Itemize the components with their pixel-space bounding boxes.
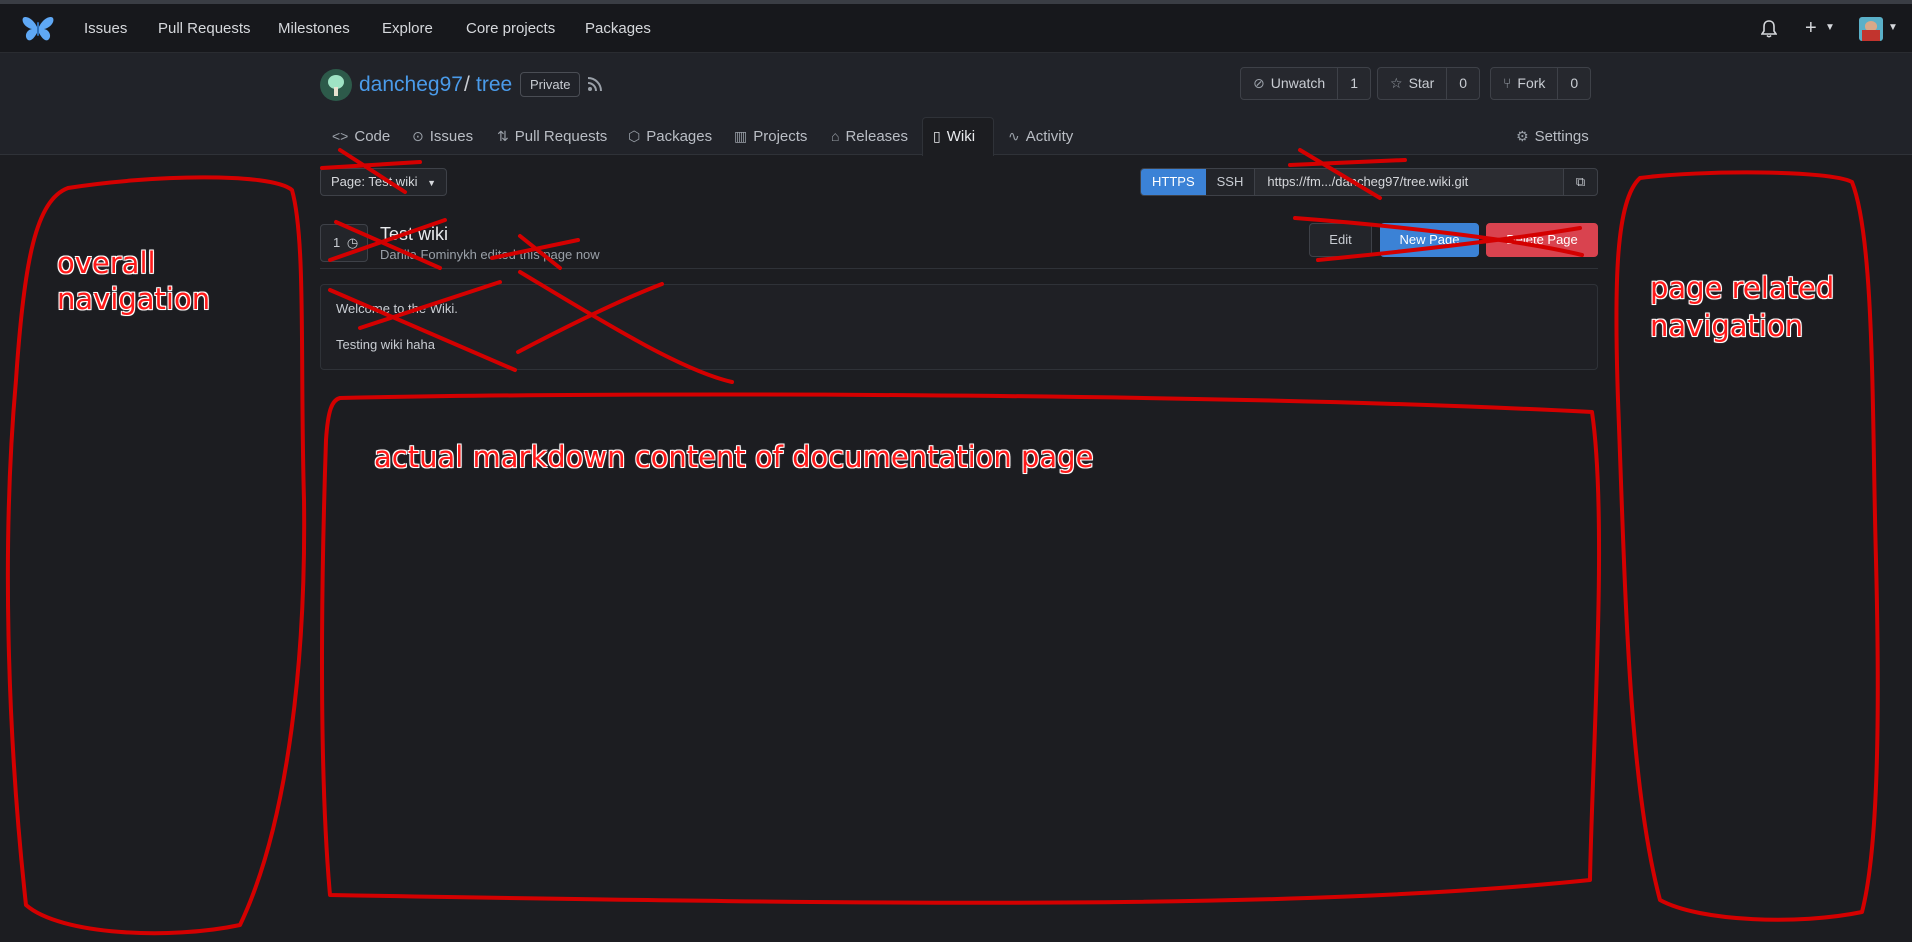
tab-packages-label: Packages <box>646 128 713 145</box>
revision-history-button[interactable]: 1 ◷ <box>320 224 368 262</box>
repo-avatar <box>320 69 352 101</box>
tab-code[interactable]: <> Code <box>332 128 390 145</box>
tab-pull-requests-label: Pull Requests <box>514 128 608 145</box>
tab-wiki-label: Wiki <box>946 128 976 145</box>
content-paragraph: Testing wiki haha <box>336 337 435 352</box>
fork-count[interactable]: 0 <box>1558 68 1590 99</box>
butterfly-logo-icon[interactable] <box>22 15 54 43</box>
issue-icon: ⊙ <box>412 128 424 144</box>
tab-wiki[interactable]: ▯ Wiki <box>933 128 975 145</box>
tab-settings-label: Settings <box>1534 128 1589 145</box>
tab-releases-label: Releases <box>845 128 909 145</box>
user-avatar[interactable] <box>1859 17 1883 41</box>
plus-icon[interactable]: + <box>1805 17 1817 40</box>
code-icon: <> <box>332 128 349 144</box>
chevron-down-icon[interactable]: ▼ <box>1825 22 1835 33</box>
wiki-content-box: Welcome to the Wiki. Testing wiki haha <box>320 284 1598 370</box>
repo-owner-link[interactable]: dancheg97 <box>359 73 463 97</box>
fork-label: Fork <box>1517 75 1546 91</box>
star-count[interactable]: 0 <box>1447 68 1479 99</box>
star-button[interactable]: ☆ Star <box>1378 68 1448 99</box>
history-icon: ◷ <box>346 235 359 250</box>
page-select-label: Page: Test wiki <box>331 174 418 189</box>
copy-icon[interactable]: ⧉ <box>1563 169 1597 195</box>
tab-projects-label: Projects <box>753 128 808 145</box>
unwatch-label: Unwatch <box>1270 75 1326 91</box>
project-icon: ▥ <box>734 128 748 144</box>
eye-slash-icon: ⊘ <box>1253 75 1265 91</box>
tab-issues-label: Issues <box>429 128 474 145</box>
star-button-group: ☆ Star 0 <box>1377 67 1481 100</box>
ssh-toggle[interactable]: SSH <box>1206 169 1256 195</box>
tag-icon: ⌂ <box>831 128 840 144</box>
tab-activity-label: Activity <box>1025 128 1074 145</box>
nav-issues[interactable]: Issues <box>84 20 127 37</box>
annotation-markdown-content: actual markdown content of documentation… <box>374 440 1094 474</box>
fork-button[interactable]: ⑂ Fork <box>1491 68 1559 99</box>
fork-icon: ⑂ <box>1503 75 1512 91</box>
bell-icon[interactable] <box>1761 20 1777 38</box>
nav-packages[interactable]: Packages <box>585 20 651 37</box>
tab-issues[interactable]: ⊙ Issues <box>412 128 473 145</box>
watch-count[interactable]: 1 <box>1338 68 1370 99</box>
repo-header: dancheg97 / tree Private ⊘ Unwatch 1 ☆ Sta… <box>0 53 1912 156</box>
unwatch-button[interactable]: ⊘ Unwatch <box>1241 68 1339 99</box>
content-paragraph: Welcome to the Wiki. <box>336 301 458 316</box>
revision-count: 1 <box>333 235 341 250</box>
clone-url-input[interactable]: https://fm.../dancheg97/tree.wiki.git <box>1255 169 1563 195</box>
repo-name-link[interactable]: tree <box>476 73 512 97</box>
tab-packages[interactable]: ⬡ Packages <box>628 128 712 145</box>
page-select-dropdown[interactable]: Page: Test wiki ▼ <box>320 168 448 196</box>
private-badge: Private <box>520 72 581 97</box>
tab-settings[interactable]: ⚙ Settings <box>1516 128 1589 145</box>
annotation-overall-nav-line2: navigation <box>57 282 211 316</box>
annotation-page-nav-line2: navigation <box>1650 309 1804 343</box>
nav-milestones[interactable]: Milestones <box>278 20 350 37</box>
fork-button-group: ⑂ Fork 0 <box>1490 67 1592 100</box>
nav-explore[interactable]: Explore <box>382 20 433 37</box>
tab-pull-requests[interactable]: ⇅ Pull Requests <box>497 128 607 145</box>
nav-core-projects[interactable]: Core projects <box>466 20 555 37</box>
avatar-chevron-icon[interactable]: ▼ <box>1888 22 1898 33</box>
repo-path-separator: / <box>464 73 470 96</box>
tools-icon: ⚙ <box>1516 128 1529 144</box>
wiki-page-title: Test wiki <box>380 224 449 244</box>
clone-url-box: HTTPS SSH https://fm.../dancheg97/tree.w… <box>1140 168 1598 196</box>
new-page-button[interactable]: New Page <box>1380 223 1479 257</box>
top-navbar: Issues Pull Requests Milestones Explore … <box>0 0 1912 53</box>
tab-projects[interactable]: ▥ Projects <box>734 128 807 145</box>
star-label: Star <box>1408 75 1435 91</box>
tab-code-label: Code <box>354 128 391 145</box>
package-icon: ⬡ <box>628 128 641 144</box>
dropdown-caret-icon: ▼ <box>427 178 437 188</box>
tab-releases[interactable]: ⌂ Releases <box>831 128 908 145</box>
https-toggle[interactable]: HTTPS <box>1141 169 1206 195</box>
delete-page-button[interactable]: Delete Page <box>1486 223 1598 257</box>
unwatch-button-group: ⊘ Unwatch 1 <box>1240 67 1371 100</box>
pull-request-icon: ⇅ <box>497 128 509 144</box>
nav-pull-requests[interactable]: Pull Requests <box>158 20 251 37</box>
wiki-page-last-edit: Danila Fominykh edited this page now <box>380 247 600 262</box>
edit-page-button[interactable]: Edit <box>1309 223 1372 257</box>
header-divider <box>320 268 1598 269</box>
tab-activity[interactable]: ∿ Activity <box>1008 128 1073 145</box>
annotation-overall-nav-line1: overall <box>57 246 156 280</box>
rss-icon[interactable] <box>586 75 604 93</box>
pulse-icon: ∿ <box>1008 128 1020 144</box>
star-icon: ☆ <box>1390 75 1403 91</box>
annotation-page-nav-line1: page related <box>1650 271 1835 305</box>
book-icon: ▯ <box>933 128 941 144</box>
